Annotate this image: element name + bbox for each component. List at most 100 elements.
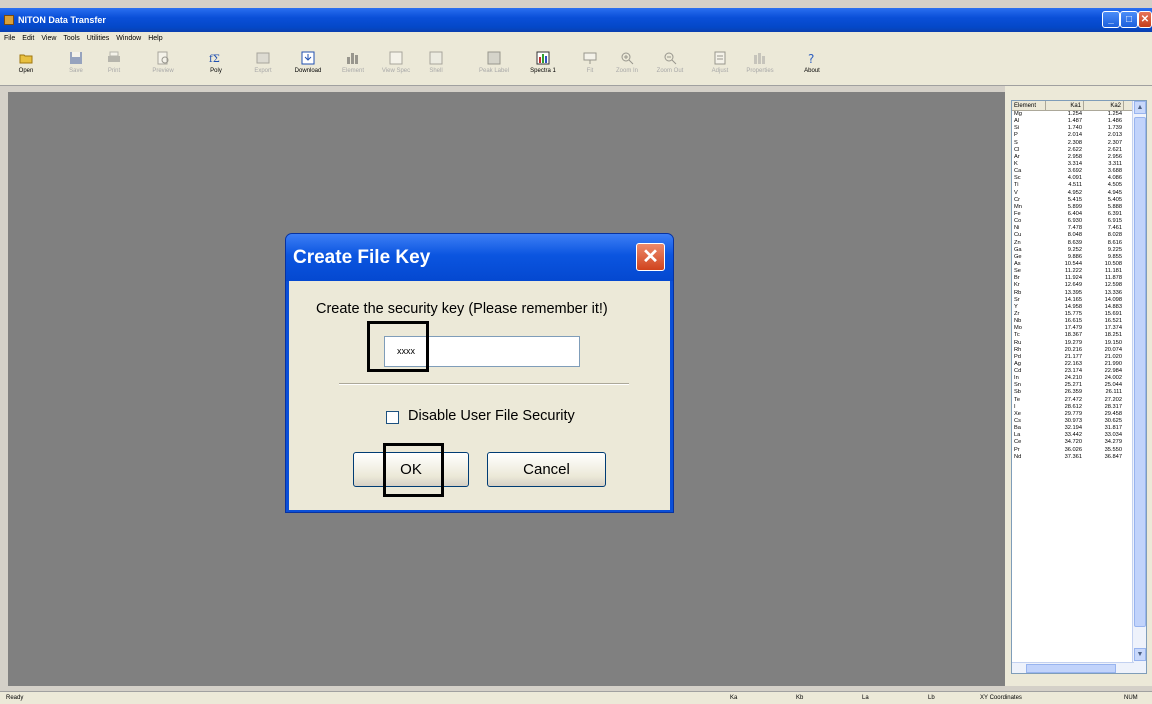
disable-security-label[interactable]: Disable User File Security xyxy=(408,408,575,424)
table-row[interactable]: Ti 4.511 4.505 xyxy=(1012,182,1146,189)
toolbar-shell-button[interactable]: Shell xyxy=(418,47,454,81)
table-row[interactable]: Y 14.958 14.883 xyxy=(1012,304,1146,311)
cancel-button[interactable]: Cancel xyxy=(487,452,606,487)
menu-utilities[interactable]: Utilities xyxy=(87,35,110,42)
toolbar-open-button[interactable]: Open xyxy=(8,47,44,81)
ka1-value: 5.415 xyxy=(1067,196,1082,203)
toolbar-about-button[interactable]: ? About xyxy=(794,47,830,81)
toolbar-save-button[interactable]: Save xyxy=(58,47,94,81)
toolbar-export-button[interactable]: Export xyxy=(245,47,281,81)
table-row[interactable]: Nd 37.361 36.847 xyxy=(1012,454,1146,461)
table-row[interactable]: V 4.952 4.945 xyxy=(1012,190,1146,197)
table-row[interactable]: Ga 9.252 9.225 xyxy=(1012,247,1146,254)
table-row[interactable]: Nb 16.615 16.521 xyxy=(1012,318,1146,325)
table-row[interactable]: Ca 3.692 3.688 xyxy=(1012,168,1146,175)
title-bar[interactable]: NITON Data Transfer _ □ ✕ xyxy=(0,8,1152,32)
element-symbol: Ce xyxy=(1014,439,1022,446)
menu-edit[interactable]: Edit xyxy=(22,35,34,42)
table-row[interactable]: Ba 32.194 31.817 xyxy=(1012,425,1146,432)
table-row[interactable]: Sn 25.271 25.044 xyxy=(1012,382,1146,389)
minimize-button[interactable]: _ xyxy=(1102,11,1120,28)
scroll-up-icon[interactable]: ▲ xyxy=(1134,101,1146,114)
table-row[interactable]: La 33.442 33.034 xyxy=(1012,432,1146,439)
scroll-down-icon[interactable]: ▼ xyxy=(1134,648,1146,661)
table-row[interactable]: Ag 22.163 21.990 xyxy=(1012,361,1146,368)
toolbar-download-button[interactable]: Download xyxy=(290,47,326,81)
table-row[interactable]: Al 1.487 1.486 xyxy=(1012,118,1146,125)
table-row[interactable]: Mn 5.899 5.888 xyxy=(1012,204,1146,211)
table-row[interactable]: Zr 15.775 15.691 xyxy=(1012,311,1146,318)
table-row[interactable]: S 2.308 2.307 xyxy=(1012,140,1146,147)
toolbar-spectra-1-button[interactable]: Spectra 1 xyxy=(525,47,561,81)
table-row[interactable]: Ar 2.958 2.956 xyxy=(1012,154,1146,161)
table-row[interactable]: Ni 7.478 7.461 xyxy=(1012,225,1146,232)
table-row[interactable]: Se 11.222 11.181 xyxy=(1012,268,1146,275)
table-row[interactable]: Br 11.924 11.878 xyxy=(1012,275,1146,282)
toolbar-poly-button[interactable]: fΣ Poly xyxy=(198,47,234,81)
table-row[interactable]: Sb 26.359 26.111 xyxy=(1012,389,1146,396)
table-row[interactable]: Te 27.472 27.202 xyxy=(1012,397,1146,404)
table-row[interactable]: Mg 1.254 1.254 xyxy=(1012,111,1146,118)
table-row[interactable]: Pd 21.177 21.020 xyxy=(1012,354,1146,361)
table-row[interactable]: Cr 5.415 5.405 xyxy=(1012,197,1146,204)
table-row[interactable]: K 3.314 3.311 xyxy=(1012,161,1146,168)
table-row[interactable]: Co 6.930 6.915 xyxy=(1012,218,1146,225)
table-row[interactable]: Fe 6.404 6.391 xyxy=(1012,211,1146,218)
menu-help[interactable]: Help xyxy=(148,35,162,42)
svg-text:fΣ: fΣ xyxy=(209,54,220,65)
menu-file[interactable]: File xyxy=(4,35,15,42)
table-row[interactable]: Cu 8.048 8.028 xyxy=(1012,232,1146,239)
menu-tools[interactable]: Tools xyxy=(63,35,79,42)
disable-security-checkbox[interactable] xyxy=(386,411,399,424)
table-row[interactable]: In 24.210 24.002 xyxy=(1012,375,1146,382)
toolbar-view-spec-button[interactable]: View Spec xyxy=(378,47,414,81)
ka2-value: 2.956 xyxy=(1107,153,1122,160)
table-row[interactable]: I 28.612 28.317 xyxy=(1012,404,1146,411)
window-close-button[interactable]: ✕ xyxy=(1138,11,1152,28)
table-row[interactable]: Mo 17.479 17.374 xyxy=(1012,325,1146,332)
table-row[interactable]: Sc 4.091 4.086 xyxy=(1012,175,1146,182)
table-row[interactable]: Cd 23.174 22.984 xyxy=(1012,368,1146,375)
dialog-title[interactable]: Create File Key xyxy=(286,234,673,281)
toolbar-print-button[interactable]: Print xyxy=(96,47,132,81)
element-symbol: Cs xyxy=(1014,418,1021,425)
menu-view[interactable]: View xyxy=(41,35,56,42)
element-table[interactable]: Element Ka1 Ka2 Mg 1.254 1.254 Al 1.487 1.486… xyxy=(1011,100,1147,674)
maximize-button[interactable]: □ xyxy=(1120,11,1138,28)
table-row[interactable]: As 10.544 10.508 xyxy=(1012,261,1146,268)
column-header-ka2[interactable]: Ka2 xyxy=(1084,101,1124,110)
toolbar-zoom-out-button[interactable]: Zoom Out xyxy=(652,47,688,81)
horizontal-scroll-thumb[interactable] xyxy=(1026,664,1116,673)
table-row[interactable]: Cl 2.622 2.621 xyxy=(1012,147,1146,154)
column-header-element[interactable]: Element xyxy=(1012,101,1046,110)
table-row[interactable]: Ru 19.279 19.150 xyxy=(1012,340,1146,347)
toolbar-element-button[interactable]: Element xyxy=(335,47,371,81)
toolbar-fit-button[interactable]: Fit xyxy=(572,47,608,81)
column-header-ka1[interactable]: Ka1 xyxy=(1046,101,1084,110)
table-row[interactable]: Rh 20.216 20.074 xyxy=(1012,347,1146,354)
table-row[interactable]: Ce 34.720 34.279 xyxy=(1012,439,1146,446)
scroll-thumb[interactable] xyxy=(1134,117,1146,627)
dialog-close-button[interactable]: ✕ xyxy=(636,243,665,271)
horizontal-scrollbar[interactable] xyxy=(1012,662,1134,673)
element-symbol: Ca xyxy=(1014,168,1022,175)
table-row[interactable]: Pr 36.026 35.550 xyxy=(1012,447,1146,454)
table-row[interactable]: Cs 30.973 30.625 xyxy=(1012,418,1146,425)
table-row[interactable]: Ge 9.886 9.855 xyxy=(1012,254,1146,261)
table-row[interactable]: Zn 8.639 8.616 xyxy=(1012,240,1146,247)
table-row[interactable]: Si 1.740 1.739 xyxy=(1012,125,1146,132)
toolbar-preview-button[interactable]: Preview xyxy=(145,47,181,81)
table-row[interactable]: Sr 14.165 14.098 xyxy=(1012,297,1146,304)
vertical-scrollbar[interactable]: ▲ ▼ xyxy=(1132,101,1146,673)
menu-window[interactable]: Window xyxy=(116,35,141,42)
shell-icon xyxy=(429,51,443,65)
table-row[interactable]: Tc 18.367 18.251 xyxy=(1012,332,1146,339)
toolbar-zoom-in-button[interactable]: Zoom In xyxy=(609,47,645,81)
table-row[interactable]: Rb 13.395 13.336 xyxy=(1012,290,1146,297)
toolbar-adjust-button[interactable]: Adjust xyxy=(702,47,738,81)
table-row[interactable]: Xe 29.779 29.458 xyxy=(1012,411,1146,418)
toolbar-properties-button[interactable]: Properties xyxy=(742,47,778,81)
table-row[interactable]: Kr 12.649 12.598 xyxy=(1012,282,1146,289)
table-row[interactable]: P 2.014 2.013 xyxy=(1012,132,1146,139)
toolbar-peak-label-button[interactable]: Peak Label xyxy=(476,47,512,81)
